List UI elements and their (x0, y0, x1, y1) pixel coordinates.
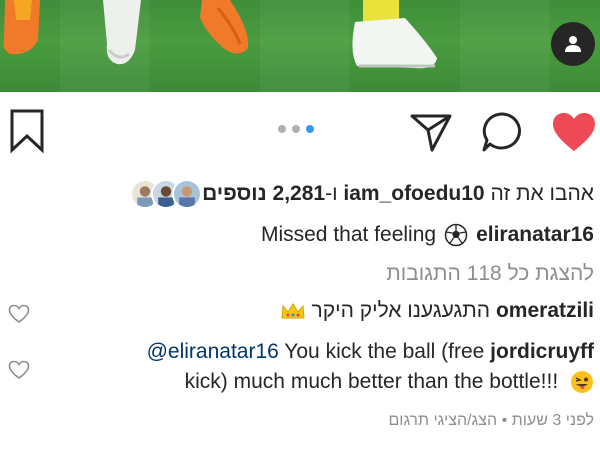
timestamp: לפני 3 שעות (511, 412, 594, 429)
paper-plane-icon[interactable] (408, 110, 454, 154)
user-tag-button[interactable] (551, 22, 595, 66)
view-all-comments-link[interactable]: להצגת כל 118 התגובות (386, 262, 594, 286)
orange-cleat (3, 0, 41, 55)
likes-conjunction: ו- (325, 182, 338, 205)
likes-count[interactable]: 2,281 (273, 182, 326, 205)
likes-suffix[interactable]: נוספים (202, 182, 267, 205)
translate-link[interactable]: הצג/הציגי תרגום (388, 412, 497, 429)
avatar[interactable] (172, 179, 203, 209)
likes-summary[interactable]: אהבו את זה iam_ofoedu10 ו-2,281 נוספים (202, 182, 594, 206)
comment-mention[interactable]: @eliranatar16 (147, 340, 279, 363)
comment-username[interactable]: omeratzili (496, 299, 594, 322)
liker-avatars[interactable] (130, 179, 203, 209)
carousel-dot-active (306, 125, 314, 133)
soccer-ball-icon (444, 223, 468, 247)
comment-item: omeratzili התגעגענו אליק היקר (280, 299, 594, 323)
white-cleat (352, 0, 437, 69)
grass-stripe (260, 0, 350, 92)
bookmark-icon[interactable] (8, 108, 46, 154)
comment-bubble-icon[interactable] (480, 110, 526, 154)
crown-icon (281, 303, 305, 319)
heart-outline-icon[interactable] (8, 360, 30, 380)
orange-cleat (200, 0, 249, 54)
likes-prefix: אהבו את זה (490, 182, 594, 205)
comment-text: התגעגענו אליק היקר (311, 299, 491, 322)
carousel-dot (278, 125, 286, 133)
caption-text: Missed that feeling (260, 223, 437, 246)
grass-stripe (460, 0, 550, 92)
comment-continuation: kick) much much better than the bottle!!… (185, 370, 594, 394)
caption: Missed that feeling eliranatar16 (261, 223, 594, 247)
heart-filled-icon[interactable] (550, 110, 598, 154)
comment-username[interactable]: jordicruyff (490, 340, 594, 363)
carousel-indicator (278, 125, 314, 133)
caption-username[interactable]: eliranatar16 (476, 223, 594, 247)
heart-outline-icon[interactable] (8, 304, 30, 324)
winking-tongue-emoji-icon (571, 371, 593, 394)
white-cleat (103, 0, 141, 65)
carousel-dot (292, 125, 300, 133)
comment-text-line1: You kick the ball (free (284, 340, 485, 363)
comment-item: @eliranatar16 You kick the ball (free jo… (147, 340, 594, 364)
likes-row[interactable]: אהבו את זה iam_ofoedu10 ו-2,281 נוספים (120, 176, 594, 212)
post-meta: לפני 3 שעות • הצג/הציגי תרגום (388, 412, 594, 430)
meta-separator: • (501, 412, 508, 429)
comment-text-line2: kick) much much better than the bottle!!… (184, 370, 559, 393)
user-tag-icon (565, 36, 581, 52)
post-photo[interactable] (0, 0, 600, 92)
liker-username[interactable]: iam_ofoedu10 (343, 182, 484, 205)
